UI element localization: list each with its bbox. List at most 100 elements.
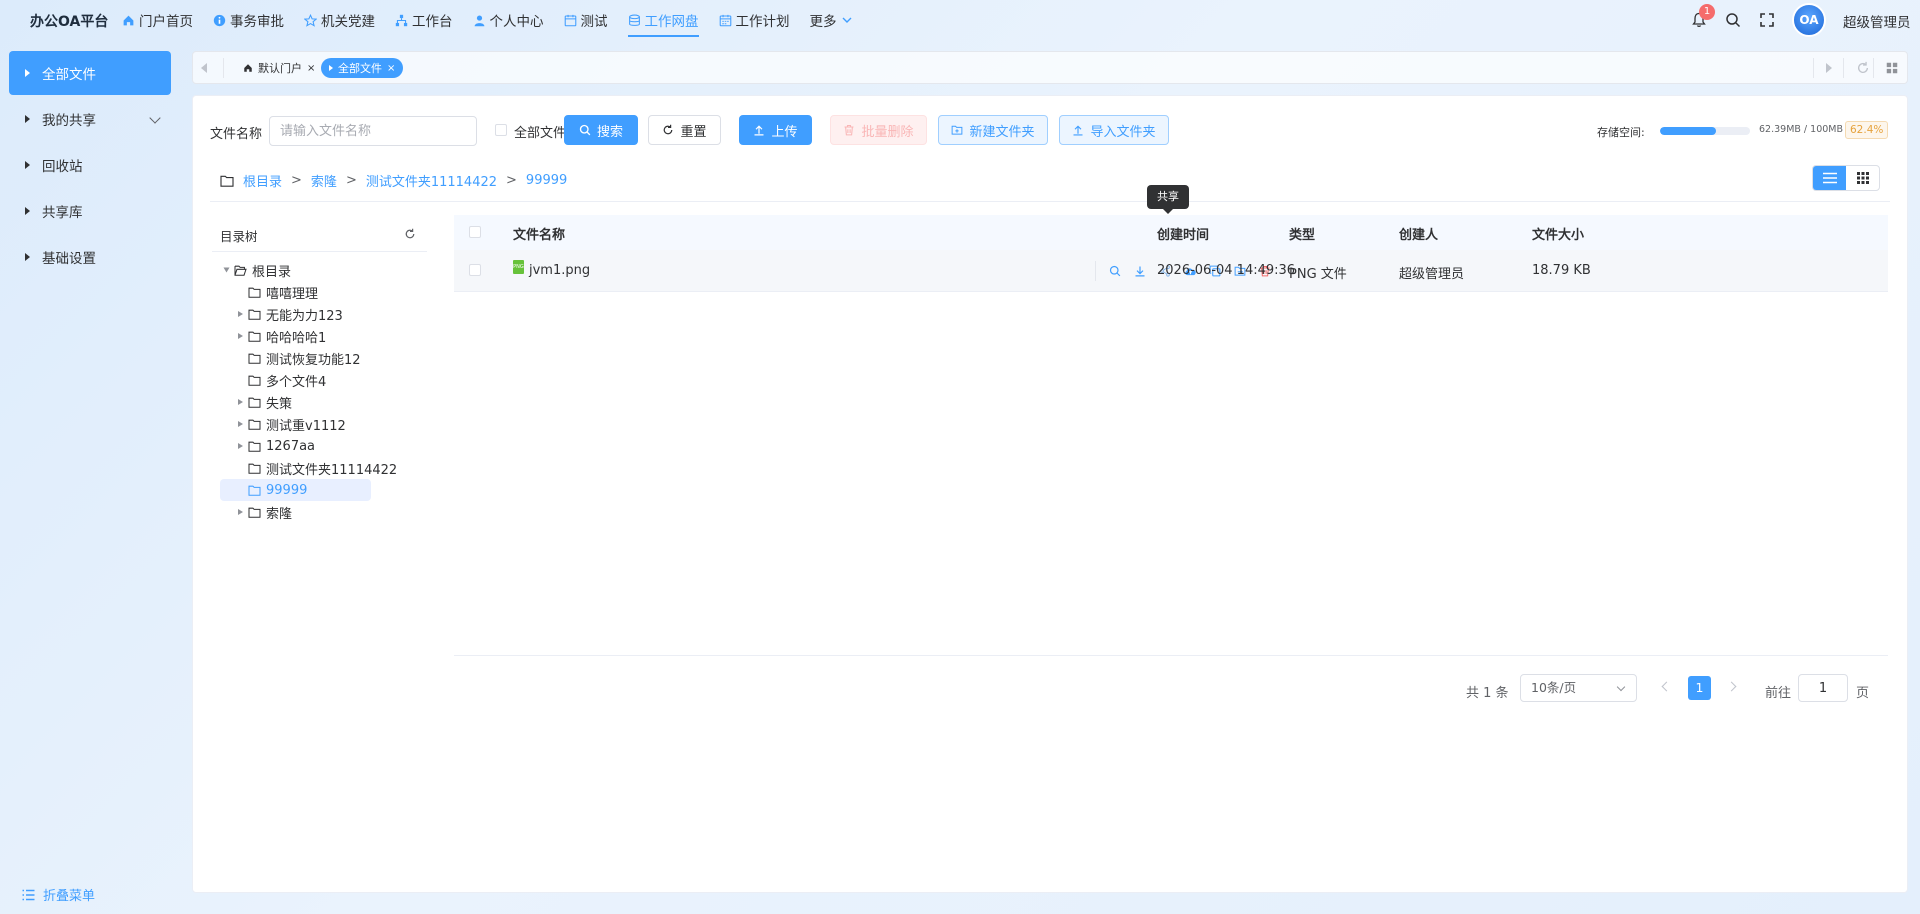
view-toggle xyxy=(1812,165,1880,191)
tree-node[interactable]: 99999 xyxy=(220,479,371,501)
fullscreen-icon[interactable] xyxy=(1759,12,1775,28)
close-icon[interactable]: × xyxy=(307,63,315,74)
grid-view-button[interactable] xyxy=(1846,166,1879,190)
file-size: 18.79 KB xyxy=(1532,263,1591,278)
tree-node[interactable]: 测试文件夹11114422 xyxy=(238,457,397,479)
nav-item-party[interactable]: 机关党建 xyxy=(304,0,375,40)
tree-node[interactable]: 多个文件4 xyxy=(238,369,326,391)
tree-node[interactable]: 根目录 xyxy=(223,259,291,281)
nav-item-label: 工作网盘 xyxy=(644,14,699,30)
sidebar-item-settings[interactable]: 基础设置 xyxy=(9,235,171,279)
page-number-button[interactable]: 1 xyxy=(1688,676,1711,700)
tree-node[interactable]: 哈哈哈哈1 xyxy=(238,325,326,347)
nav-item-label: 事务审批 xyxy=(230,14,284,30)
refresh-icon[interactable] xyxy=(1856,61,1870,75)
caret-right-icon[interactable] xyxy=(238,509,243,515)
list-view-button[interactable] xyxy=(1813,166,1846,190)
download-icon xyxy=(1135,266,1145,277)
caret-right-icon xyxy=(25,253,30,261)
menu-fold-icon xyxy=(22,889,35,900)
col-header-name[interactable]: 文件名称 xyxy=(513,224,565,243)
close-icon[interactable]: × xyxy=(387,63,395,74)
breadcrumb-item[interactable]: 索隆 xyxy=(311,171,337,190)
tree-node[interactable]: 无能为力123 xyxy=(238,303,343,325)
divider xyxy=(210,201,1890,202)
caret-right-icon[interactable] xyxy=(238,443,243,449)
batch-delete-button[interactable]: 批量删除 xyxy=(830,115,927,145)
new-folder-button[interactable]: 新建文件夹 xyxy=(938,115,1048,145)
tree-node[interactable]: 测试重v1112 xyxy=(238,413,346,435)
storage-percent-badge: 62.4% xyxy=(1845,121,1889,139)
page-size-select[interactable]: 10条/页 xyxy=(1520,674,1637,702)
calendar-icon xyxy=(564,14,576,26)
tab-scroll-right-icon[interactable] xyxy=(1826,63,1832,73)
nav-item-netdisk[interactable]: 工作网盘 xyxy=(627,0,699,40)
folder-icon xyxy=(220,175,234,187)
col-header-creator[interactable]: 创建人 xyxy=(1399,224,1438,243)
collapse-menu-label: 折叠菜单 xyxy=(43,889,96,904)
sidebar-item-my-share[interactable]: 我的共享 xyxy=(9,97,171,141)
breadcrumb-item[interactable]: 测试文件夹11114422 xyxy=(366,171,497,190)
all-files-checkbox[interactable] xyxy=(495,124,507,136)
sidebar-item-shared-lib[interactable]: 共享库 xyxy=(9,189,171,233)
sidebar-item-all-files[interactable]: 全部文件 xyxy=(9,51,171,95)
breadcrumb-item[interactable]: 99999 xyxy=(526,173,567,188)
import-folder-button[interactable]: 导入文件夹 xyxy=(1059,115,1169,145)
refresh-icon[interactable] xyxy=(404,228,416,240)
sidebar-item-recycle[interactable]: 回收站 xyxy=(9,143,171,187)
prev-page-icon[interactable] xyxy=(1661,681,1672,692)
user-name[interactable]: 超级管理员 xyxy=(1843,11,1911,31)
col-header-type[interactable]: 类型 xyxy=(1289,224,1315,243)
filename-search-input[interactable] xyxy=(269,116,477,146)
select-all-checkbox[interactable] xyxy=(469,226,481,238)
col-header-size[interactable]: 文件大小 xyxy=(1532,224,1584,243)
nav-item-approval[interactable]: 事务审批 xyxy=(213,0,284,40)
nav-more[interactable]: 更多 xyxy=(810,0,853,40)
breadcrumb-separator: > xyxy=(345,173,357,188)
avatar[interactable]: OA xyxy=(1792,3,1826,37)
tree-node-label: 测试重v1112 xyxy=(266,418,346,434)
caret-right-icon xyxy=(25,69,30,77)
collapse-menu-button[interactable]: 折叠菜单 xyxy=(22,885,95,904)
tab-scroll-left-icon[interactable] xyxy=(201,63,207,73)
breadcrumb-item[interactable]: 根目录 xyxy=(243,171,282,190)
goto-page-input[interactable] xyxy=(1798,674,1848,702)
download-button[interactable] xyxy=(1133,264,1147,278)
search-button[interactable]: 搜索 xyxy=(564,115,638,145)
folder-icon xyxy=(248,331,261,342)
nav-item-personal[interactable]: 个人中心 xyxy=(473,0,544,40)
caret-down-icon[interactable] xyxy=(223,267,230,273)
tree-node[interactable]: 测试恢复功能12 xyxy=(238,347,361,369)
preview-button[interactable] xyxy=(1108,264,1122,278)
caret-right-icon xyxy=(25,115,30,123)
tree-node[interactable]: 1267aa xyxy=(238,435,315,457)
trash-icon xyxy=(844,124,854,136)
search-icon[interactable] xyxy=(1725,12,1741,28)
tree-node[interactable]: 索隆 xyxy=(238,501,292,523)
tab-divider xyxy=(1813,58,1814,78)
file-name[interactable]: jvm1.png xyxy=(529,263,590,278)
next-page-icon[interactable] xyxy=(1726,681,1737,692)
nav-item-test[interactable]: 测试 xyxy=(564,0,608,40)
tab-all-files[interactable]: 全部文件 × xyxy=(321,58,404,78)
nav-item-plan[interactable]: 工作计划 xyxy=(719,0,790,40)
upload-button[interactable]: 上传 xyxy=(739,115,812,145)
row-checkbox[interactable] xyxy=(469,264,481,276)
table-row[interactable]: PNG jvm1.png 2026-06-04 14:49:36 PNG 文件 … xyxy=(454,250,1888,292)
tree-node[interactable]: 失策 xyxy=(238,391,292,413)
nav-item-workbench[interactable]: 工作台 xyxy=(395,0,453,40)
grid-menu-icon[interactable] xyxy=(1885,61,1899,75)
tab-default-portal[interactable]: 默认门户 × xyxy=(235,58,323,78)
sidebar-item-label: 我的共享 xyxy=(42,113,96,129)
col-header-created[interactable]: 创建时间 xyxy=(1157,224,1209,243)
sidebar-item-label: 全部文件 xyxy=(42,67,96,83)
caret-right-icon[interactable] xyxy=(238,399,243,405)
sidebar-item-label: 基础设置 xyxy=(42,251,96,267)
caret-right-icon[interactable] xyxy=(238,421,243,427)
import-folder-button-label: 导入文件夹 xyxy=(1090,124,1156,140)
reset-button[interactable]: 重置 xyxy=(648,115,721,145)
tree-node[interactable]: 嘻嘻理理 xyxy=(238,281,318,303)
caret-right-icon[interactable] xyxy=(238,311,243,317)
nav-item-home[interactable]: 门户首页 xyxy=(122,0,193,40)
caret-right-icon[interactable] xyxy=(238,333,243,339)
